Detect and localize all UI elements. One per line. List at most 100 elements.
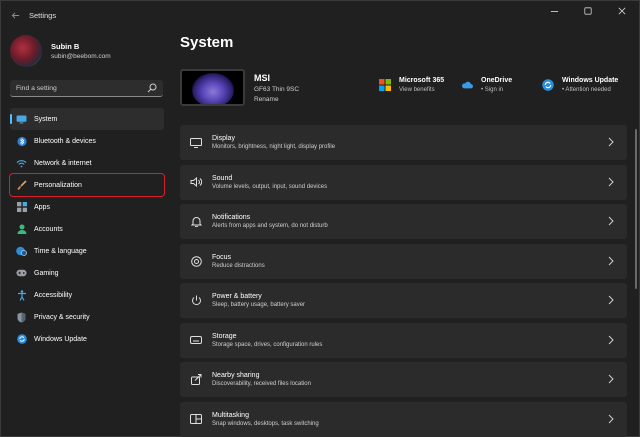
sidebar-item-accounts[interactable]: Accounts <box>10 218 164 240</box>
chevron-right-icon <box>608 137 614 147</box>
setting-focus[interactable]: Focus Reduce distractions <box>180 243 627 279</box>
storage-icon <box>190 334 202 346</box>
sidebar-item-accessibility[interactable]: Accessibility <box>10 284 164 306</box>
page-title: System <box>180 34 234 51</box>
gamepad-icon <box>16 268 27 279</box>
sidebar-item-label: Network & internet <box>34 159 92 167</box>
setting-title: Sound <box>212 174 233 182</box>
sidebar-item-label: Personalization <box>34 181 82 189</box>
title-bar: Settings <box>1 1 639 29</box>
window-controls <box>537 1 639 21</box>
setting-subtitle: Storage space, drives, configuration rul… <box>212 341 323 348</box>
share-icon <box>190 374 202 386</box>
setting-sound[interactable]: Sound Volume levels, output, input, sound… <box>180 164 627 200</box>
setting-title: Storage <box>212 332 237 340</box>
quick-link-onedrive[interactable]: OneDrive • Sign in <box>461 77 512 93</box>
chevron-right-icon <box>608 216 614 226</box>
person-icon <box>16 224 27 235</box>
close-icon <box>618 7 626 15</box>
quick-link-title: Windows Update <box>562 77 619 84</box>
main-content: System MSI GF63 Thin 9SC Rename Microsof… <box>172 29 639 437</box>
display-icon <box>190 137 202 149</box>
accessibility-icon <box>16 289 27 301</box>
sidebar: Subin B subin@beebom.com Find a setting … <box>1 29 171 437</box>
update-icon <box>542 79 554 91</box>
profile[interactable]: Subin B subin@beebom.com <box>10 35 111 67</box>
sidebar-item-apps[interactable]: Apps <box>10 196 164 218</box>
setting-subtitle: Reduce distractions <box>212 262 265 269</box>
chevron-right-icon <box>608 335 614 344</box>
setting-storage[interactable]: Storage Storage space, drives, configurat… <box>180 322 627 358</box>
quick-link-title: OneDrive <box>481 77 513 84</box>
close-button[interactable] <box>605 1 639 21</box>
settings-window: Settings Subin B subin@beebom.com Find a… <box>0 0 640 437</box>
setting-display[interactable]: Display Monitors, brightness, night light… <box>180 125 627 160</box>
monitor-icon <box>16 114 27 125</box>
chevron-right-icon <box>608 374 614 384</box>
sidebar-nav: System Bluetooth & devices Network & int… <box>9 108 165 350</box>
setting-title: Display <box>212 135 235 142</box>
sidebar-item-label: Accounts <box>34 225 63 233</box>
quick-link-subtitle: • Sign in <box>481 87 504 93</box>
device-name: MSI <box>254 73 271 83</box>
sidebar-item-label: Privacy & security <box>34 313 90 321</box>
device-wallpaper-thumbnail <box>180 69 245 106</box>
quick-link-windows-update[interactable]: Windows Update • Attention needed <box>542 77 618 93</box>
sidebar-item-bluetooth[interactable]: Bluetooth & devices <box>10 130 164 152</box>
sidebar-item-label: Apps <box>34 203 50 211</box>
speaker-icon <box>190 176 202 188</box>
sidebar-item-label: Gaming <box>34 269 59 277</box>
update-icon <box>16 334 27 345</box>
sidebar-item-label: Accessibility <box>34 291 73 299</box>
sidebar-item-network[interactable]: Network & internet <box>10 152 164 174</box>
sidebar-item-windows-update[interactable]: Windows Update <box>10 328 164 350</box>
cloud-icon <box>462 81 473 89</box>
search-input[interactable]: Find a setting <box>10 80 163 97</box>
setting-nearby-sharing[interactable]: Nearby sharing Discoverability, received … <box>180 362 627 397</box>
back-button[interactable] <box>5 5 25 25</box>
sidebar-item-personalization[interactable]: Personalization <box>9 173 165 197</box>
sidebar-item-privacy[interactable]: Privacy & security <box>10 306 164 328</box>
profile-name: Subin B <box>51 42 80 51</box>
setting-title: Focus <box>212 253 232 261</box>
shield-icon <box>16 312 27 323</box>
arrow-left-icon <box>11 11 19 19</box>
setting-multitasking[interactable]: Multitasking Snap windows, desktops, task… <box>180 401 627 437</box>
sidebar-item-system[interactable]: System <box>10 108 164 130</box>
quick-link-microsoft-365[interactable]: Microsoft 365 View benefits <box>379 77 444 93</box>
minimize-button[interactable] <box>537 1 571 21</box>
setting-title: Multitasking <box>212 411 249 419</box>
sidebar-item-gaming[interactable]: Gaming <box>10 262 164 284</box>
chevron-right-icon <box>608 414 614 423</box>
minimize-icon <box>550 10 558 12</box>
sidebar-item-label: System <box>34 115 58 123</box>
setting-title: Notifications <box>212 214 251 221</box>
setting-power-battery[interactable]: Power & battery Sleep, battery usage, bat… <box>180 283 627 318</box>
microsoft-icon <box>379 79 391 91</box>
chevron-right-icon <box>608 256 614 265</box>
quick-link-subtitle: • Attention needed <box>562 87 611 93</box>
setting-title: Power & battery <box>212 293 262 300</box>
sidebar-item-label: Windows Update <box>34 335 87 343</box>
chevron-right-icon <box>608 177 614 186</box>
bell-icon <box>190 216 202 228</box>
settings-list: Display Monitors, brightness, night light… <box>180 125 627 437</box>
quick-link-title: Microsoft 365 <box>399 77 445 84</box>
setting-notifications[interactable]: Notifications Alerts from apps and system… <box>180 204 627 239</box>
sidebar-item-label: Time & language <box>34 247 87 255</box>
sidebar-item-time-language[interactable]: Time & language <box>10 240 164 262</box>
maximize-button[interactable] <box>571 1 605 21</box>
profile-email: subin@beebom.com <box>51 53 111 60</box>
search-placeholder: Find a setting <box>16 84 57 92</box>
setting-subtitle: Sleep, battery usage, battery saver <box>212 302 306 308</box>
rename-link[interactable]: Rename <box>254 96 299 103</box>
power-icon <box>190 295 202 307</box>
setting-subtitle: Monitors, brightness, night light, displ… <box>212 144 336 150</box>
setting-subtitle: Snap windows, desktops, task switching <box>212 420 319 427</box>
apps-icon <box>16 202 27 213</box>
chevron-right-icon <box>608 295 614 305</box>
device-model: GF63 Thin 9SC <box>254 86 300 93</box>
bluetooth-icon <box>16 136 27 147</box>
sidebar-item-label: Bluetooth & devices <box>34 137 96 145</box>
scrollbar[interactable] <box>635 129 637 289</box>
